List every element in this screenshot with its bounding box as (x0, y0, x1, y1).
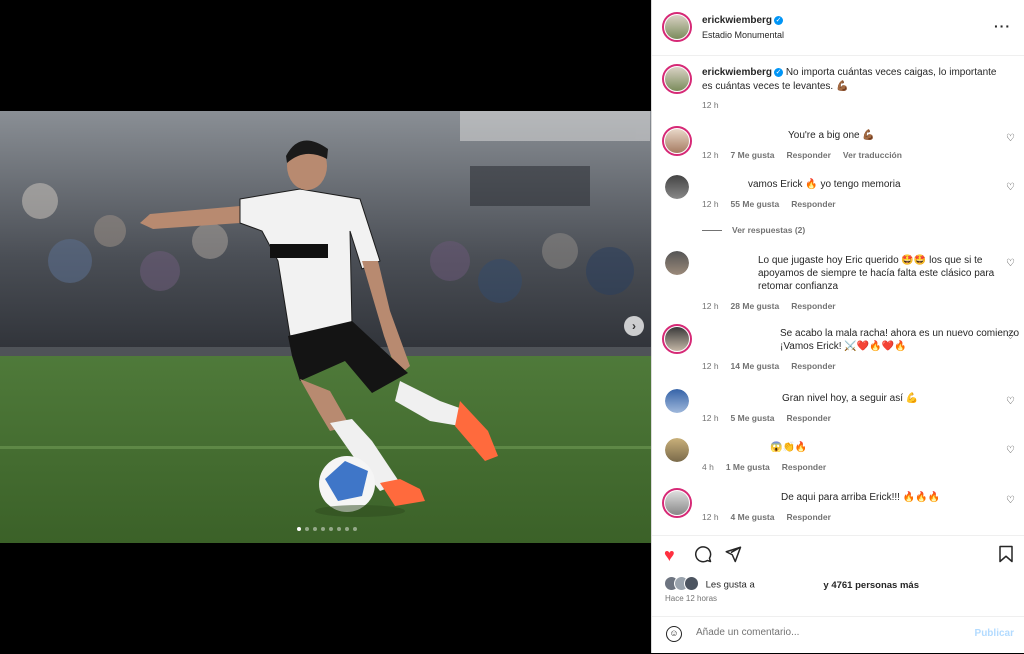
carousel-dot (337, 527, 341, 531)
carousel-dot (305, 527, 309, 531)
likes-prefix: Les gusta a (705, 579, 755, 591)
verified-badge-icon: ✓ (774, 67, 784, 77)
comment-like-heart-icon[interactable]: ♡ (1006, 396, 1015, 407)
instagram-post-viewer: › erickwiemberg ✓ Estadio Monumental ··· … (0, 0, 1024, 653)
media-area: › (0, 0, 651, 653)
author-avatar[interactable] (662, 12, 692, 42)
commenter-avatar[interactable] (662, 488, 692, 518)
comment-likes[interactable]: 14 Me gusta (731, 361, 780, 371)
view-replies-label: Ver respuestas (2) (732, 225, 806, 235)
comment-likes[interactable]: 1 Me gusta (726, 462, 770, 472)
post-caption: erickwiemberg ✓ No importa cuántas veces … (702, 66, 1002, 94)
carousel-dot (353, 527, 357, 531)
reply-button[interactable]: Responder (786, 150, 830, 160)
comment-time[interactable]: 12 h (702, 512, 719, 522)
post-timestamp[interactable]: Hace 12 horas (665, 594, 717, 603)
emoji-icon[interactable]: ☺ (666, 626, 682, 642)
comment-likes[interactable]: 28 Me gusta (731, 301, 780, 311)
comment-time[interactable]: 12 h (702, 150, 719, 160)
likes-summary[interactable]: Les gusta a y 4761 personas más (664, 576, 919, 594)
comment-likes[interactable]: 55 Me gusta (731, 199, 780, 209)
commenter-avatar[interactable] (662, 324, 692, 354)
carousel-dot (345, 527, 349, 531)
reply-button[interactable]: Responder (786, 413, 830, 423)
comment-like-heart-icon[interactable]: ♡ (1006, 133, 1015, 144)
author-username[interactable]: erickwiemberg (702, 15, 772, 26)
comment-like-heart-icon[interactable]: ♡ (1006, 495, 1015, 506)
comment-likes[interactable]: 5 Me gusta (731, 413, 775, 423)
comment-text: 😱👏🔥 (770, 442, 808, 453)
comment-text: Lo que jugaste hoy Eric querido 🤩🤩 los q… (758, 255, 995, 292)
carousel-dot (313, 527, 317, 531)
caption-avatar[interactable] (662, 64, 692, 94)
comment-time[interactable]: 4 h (702, 462, 714, 472)
post-photo[interactable] (0, 111, 651, 543)
view-replies-button[interactable]: Ver respuestas (2) (702, 225, 805, 235)
comment-text: You're a big one 💪🏾 (788, 130, 875, 141)
reply-button[interactable]: Responder (786, 512, 830, 522)
commenter-avatar[interactable] (665, 175, 689, 199)
comment-composer: ☺ Publicar (652, 616, 1024, 654)
translate-button[interactable]: Ver traducción (843, 150, 902, 160)
next-slide-button[interactable]: › (624, 316, 644, 336)
author-info: erickwiemberg ✓ Estadio Monumental (702, 15, 784, 40)
carousel-dot (329, 527, 333, 531)
liker-avatars (664, 576, 699, 594)
comment-time[interactable]: 12 h (702, 199, 719, 209)
comment-like-heart-icon[interactable]: ♡ (1006, 331, 1015, 342)
commenter-avatar[interactable] (665, 438, 689, 462)
comment-input[interactable] (694, 626, 958, 639)
caption-time: 12 h (702, 100, 719, 110)
comment-meta: 12 h 28 Me gusta Responder (702, 301, 848, 311)
post-side-panel: erickwiemberg ✓ Estadio Monumental ··· er… (651, 0, 1024, 653)
verified-badge-icon: ✓ (774, 15, 784, 25)
reply-button[interactable]: Responder (791, 361, 835, 371)
comment-likes[interactable]: 4 Me gusta (731, 512, 775, 522)
comment-meta: 12 h 4 Me gusta Responder (702, 512, 843, 522)
comment-meta: 12 h 5 Me gusta Responder (702, 413, 843, 423)
comment-meta: 12 h 7 Me gusta Responder Ver traducción (702, 150, 914, 160)
publish-button[interactable]: Publicar (975, 628, 1014, 639)
comment-text: vamos Erick 🔥 yo tengo memoria (748, 179, 901, 190)
comment-meta: 4 h 1 Me gusta Responder (702, 462, 838, 472)
comment-text: Gran nivel hoy, a seguir así 💪 (782, 393, 919, 404)
commenter-avatar[interactable] (665, 389, 689, 413)
comment-meta: 12 h 55 Me gusta Responder (702, 199, 848, 209)
reply-button[interactable]: Responder (782, 462, 826, 472)
comment-time[interactable]: 12 h (702, 413, 719, 423)
caption-username[interactable]: erickwiemberg (702, 67, 772, 78)
comment-icon[interactable] (694, 545, 712, 568)
commenter-avatar[interactable] (662, 126, 692, 156)
heart-filled-icon[interactable]: ♥ (664, 545, 675, 566)
comment-like-heart-icon[interactable]: ♡ (1006, 182, 1015, 193)
comment-text: De aqui para arriba Erick!!! 🔥🔥🔥 (781, 492, 941, 503)
send-icon[interactable] (724, 545, 742, 568)
carousel-dot (297, 527, 301, 531)
comment-like-heart-icon[interactable]: ♡ (1006, 258, 1015, 269)
commenter-avatar[interactable] (665, 251, 689, 275)
reply-button[interactable]: Responder (791, 199, 835, 209)
comments-scroll-area[interactable]: erickwiemberg ✓ No importa cuántas veces … (652, 56, 1024, 534)
comment-time[interactable]: 12 h (702, 301, 719, 311)
post-header: erickwiemberg ✓ Estadio Monumental ··· (652, 0, 1024, 56)
reply-button[interactable]: Responder (791, 301, 835, 311)
likes-count[interactable]: y 4761 personas más (823, 580, 919, 591)
post-location[interactable]: Estadio Monumental (702, 30, 784, 40)
comment-likes[interactable]: 7 Me gusta (731, 150, 775, 160)
comment-text: Se acabo la mala racha! ahora es un nuev… (780, 328, 1020, 352)
comment-time[interactable]: 12 h (702, 361, 719, 371)
comment-like-heart-icon[interactable]: ♡ (1006, 445, 1015, 456)
comment-meta: 12 h 14 Me gusta Responder (702, 361, 848, 371)
carousel-indicator (297, 527, 357, 531)
chevron-right-icon: › (632, 319, 636, 333)
carousel-dot (321, 527, 325, 531)
bookmark-icon[interactable] (998, 545, 1014, 568)
more-horizontal-icon[interactable]: ··· (994, 18, 1011, 34)
